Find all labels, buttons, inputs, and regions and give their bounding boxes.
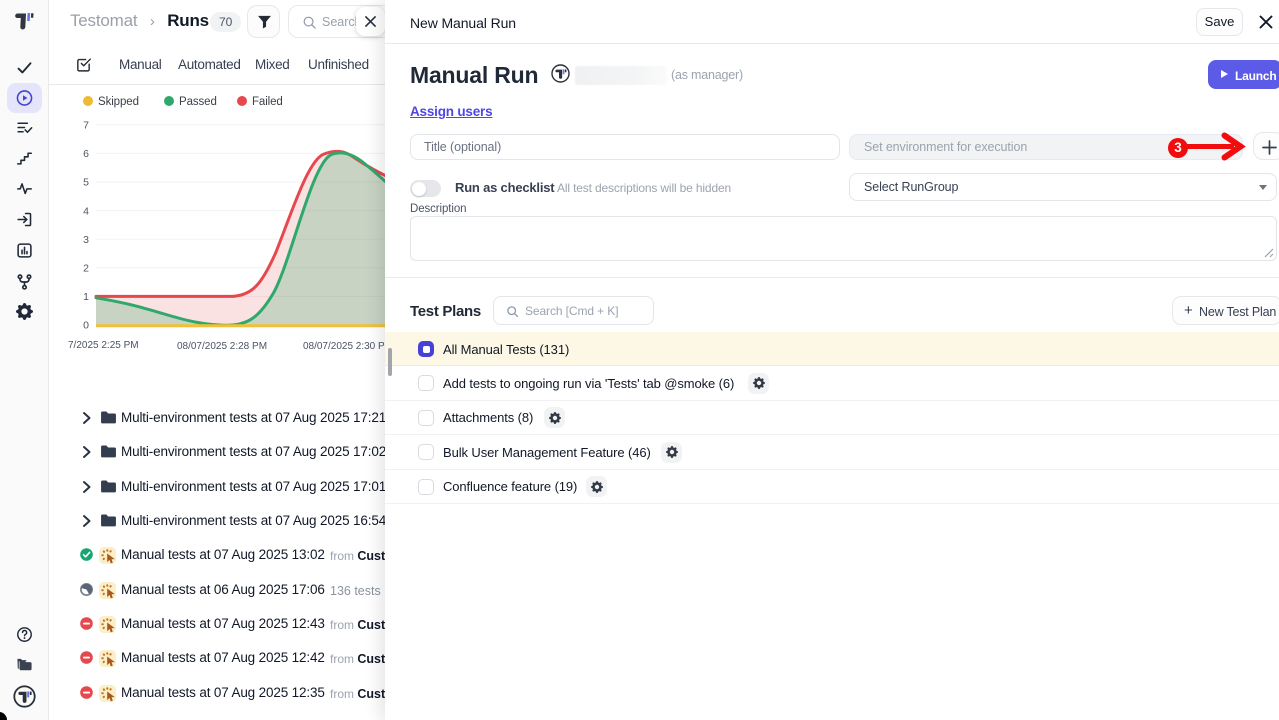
- svg-text:08/07/2025 2:30 PM: 08/07/2025 2:30 PM: [303, 341, 393, 352]
- svg-text:0: 0: [83, 320, 89, 332]
- svg-text:3: 3: [83, 234, 89, 246]
- svg-text:7/2025 2:25 PM: 7/2025 2:25 PM: [68, 340, 139, 351]
- svg-text:1: 1: [83, 291, 89, 303]
- svg-text:2: 2: [83, 263, 89, 275]
- svg-text:6: 6: [83, 148, 89, 160]
- svg-text:7: 7: [83, 120, 89, 132]
- svg-text:5: 5: [83, 177, 89, 189]
- svg-text:08/07/2025 2:28 PM: 08/07/2025 2:28 PM: [177, 341, 267, 352]
- svg-text:4: 4: [83, 205, 89, 217]
